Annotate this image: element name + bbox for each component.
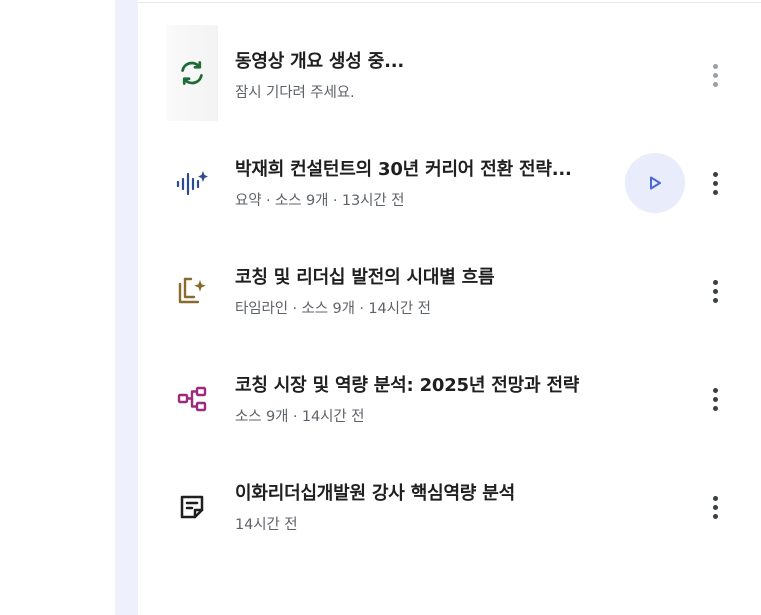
side-rail — [115, 0, 138, 615]
item-meta: 잠시 기다려 주세요. — [235, 85, 355, 101]
item-title: 코칭 시장 및 역량 분석: 2025년 전망과 전략 — [235, 375, 580, 396]
play-button[interactable] — [625, 153, 685, 213]
studio-output-list: 동영상 개요 생성 중... 잠시 기다려 주세요. 박재희 컨설턴트의 30년… — [138, 0, 761, 615]
item-meta: 요약 · 소스 9개 · 13시간 전 — [235, 193, 405, 209]
play-icon — [650, 176, 661, 190]
more-options-button[interactable] — [698, 166, 732, 200]
more-options-button[interactable] — [698, 274, 732, 308]
item-meta: 소스 9개 · 14시간 전 — [235, 409, 365, 425]
item-title: 박재희 컨설턴트의 30년 커리어 전환 전략... — [235, 159, 572, 180]
more-vert-icon — [712, 387, 718, 411]
more-vert-icon — [712, 171, 718, 195]
item-meta: 14시간 전 — [235, 517, 298, 533]
item-meta: 타임라인 · 소스 9개 · 14시간 전 — [235, 301, 431, 317]
note-icon — [166, 481, 218, 533]
item-title: 동영상 개요 생성 중... — [235, 51, 404, 72]
more-options-button[interactable] — [698, 490, 732, 524]
audio-overview-icon — [166, 157, 218, 209]
refresh-icon — [166, 25, 218, 121]
more-options-button[interactable] — [698, 382, 732, 416]
list-item-mindmap[interactable]: 코칭 시장 및 역량 분석: 2025년 전망과 전략 소스 9개 · 14시간… — [138, 345, 761, 453]
list-item-audio-overview[interactable]: 박재희 컨설턴트의 30년 커리어 전환 전략... 요약 · 소스 9개 · … — [138, 129, 761, 237]
more-vert-icon — [712, 279, 718, 303]
divider — [138, 2, 761, 3]
list-item-video-overview-generating: 동영상 개요 생성 중... 잠시 기다려 주세요. — [138, 21, 761, 129]
left-blank-area — [0, 0, 115, 615]
list-item-timeline[interactable]: 코칭 및 리더십 발전의 시대별 흐름 타임라인 · 소스 9개 · 14시간 … — [138, 237, 761, 345]
more-vert-icon — [712, 63, 718, 87]
list-item-note[interactable]: 이화리더십개발원 강사 핵심역량 분석 14시간 전 — [138, 453, 761, 561]
item-title: 이화리더십개발원 강사 핵심역량 분석 — [235, 483, 515, 504]
more-options-button[interactable] — [698, 58, 732, 92]
item-title: 코칭 및 리더십 발전의 시대별 흐름 — [235, 267, 495, 288]
more-vert-icon — [712, 495, 718, 519]
timeline-icon — [166, 265, 218, 317]
mindmap-icon — [166, 373, 218, 425]
